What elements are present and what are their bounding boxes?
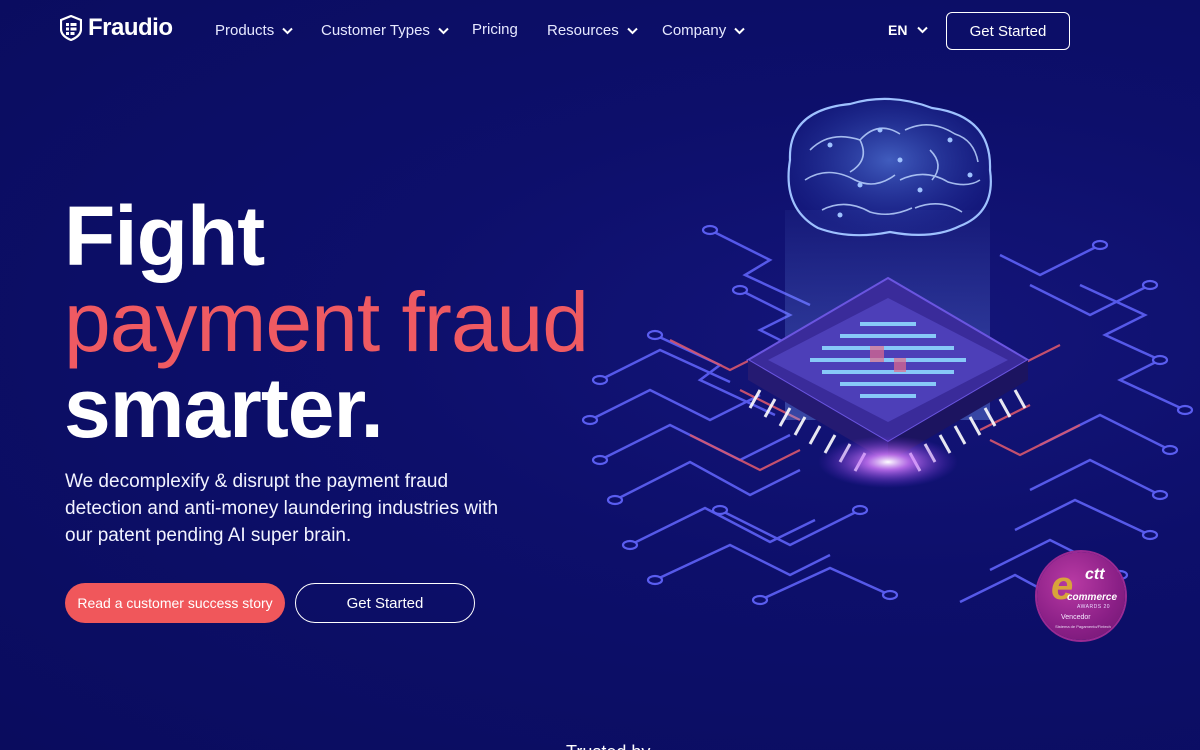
headline-line-2: payment fraud [64,275,589,369]
chevron-down-icon [734,27,745,34]
nav-item-label: Pricing [472,21,518,38]
award-category: Sistema de Pagamento/Fintech [1055,624,1111,629]
award-brand: ctt [1085,566,1105,583]
nav-item-customer-types[interactable]: Customer Types [321,22,449,39]
language-label: EN [888,22,908,38]
chevron-down-icon [438,27,449,34]
chevron-down-icon [917,26,929,34]
customer-success-story-button[interactable]: Read a customer success story [65,583,285,623]
award-title: commerce [1067,592,1118,603]
award-status: Vencedor [1061,614,1091,621]
landing-page: Fraudio Products Customer Types Pricing … [0,0,1200,750]
chip-glow [818,436,958,488]
nav-item-label: Products [215,22,275,39]
nav-item-products[interactable]: Products [215,22,293,39]
fraudio-logo-icon [60,15,82,41]
chevron-down-icon [282,27,293,34]
brand-name: Fraudio [88,14,173,41]
headline-line-3: smarter. [64,361,384,455]
trusted-by-heading: Trusted by [566,742,650,750]
brain-illustration [787,97,992,237]
nav-item-company[interactable]: Company [662,22,745,39]
nav-item-pricing[interactable]: Pricing [472,21,518,38]
award-subtitle: AWARDS 20 [1077,604,1111,610]
top-navigation: Fraudio Products Customer Types Pricing … [0,0,1200,64]
nav-item-label: Company [662,22,727,39]
headline-line-1: Fight [64,189,265,283]
ai-chip-illustration [581,97,1194,616]
get-started-hero-button[interactable]: Get Started [295,583,475,623]
nav-item-label: Customer Types [321,22,430,39]
language-selector[interactable]: EN [888,22,929,38]
hero-subheading: We decomplexify & disrupt the payment fr… [65,471,499,546]
brand-logo[interactable]: Fraudio [60,14,173,42]
nav-item-resources[interactable]: Resources [547,22,638,39]
get-started-nav-button[interactable]: Get Started [946,12,1070,50]
ecommerce-award-badge: e ctt commerce AWARDS 20 Vencedor Sistem… [1037,552,1125,640]
nav-item-label: Resources [547,22,619,39]
chevron-down-icon [626,27,638,34]
